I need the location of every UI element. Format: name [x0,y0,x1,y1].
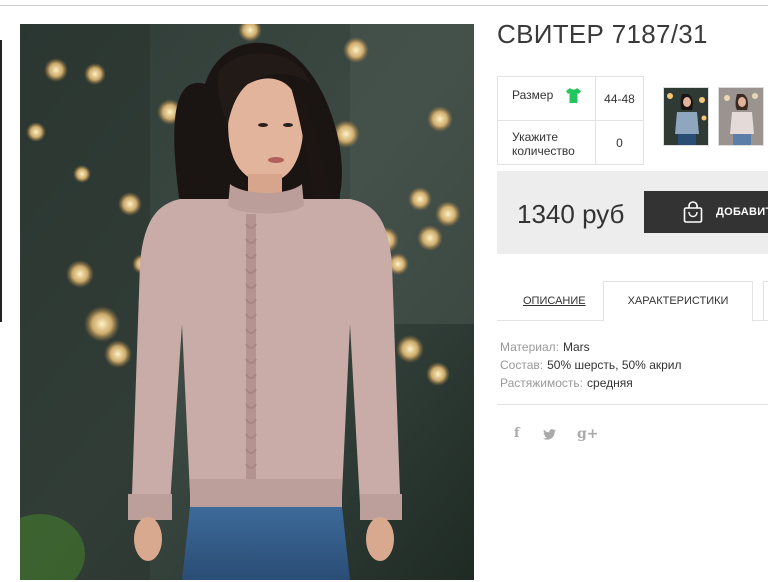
characteristics-list: Материал: Mars Состав: 50% шерсть, 50% акр… [500,338,682,392]
quantity-input[interactable]: 0 [596,121,643,165]
product-title: СВИТЕР 7187/31 [497,19,708,49]
spec-row-composition: Состав: 50% шерсть, 50% акрил [500,356,682,374]
spec-row-stretch: Растяжимость: средняя [500,374,682,392]
spec-value: 50% шерсть, 50% акрил [547,358,682,372]
product-price: 1340 руб [517,199,625,229]
spec-row-material: Материал: Mars [500,338,682,356]
tab-description[interactable]: ОПИСАНИЕ [523,295,586,307]
tab-characteristics[interactable]: ХАРАКТЕРИСТИКИ [603,281,753,322]
facebook-icon[interactable]: f [514,426,520,441]
spec-key: Растяжимость: [500,376,584,390]
size-label: Размер [512,88,554,102]
add-to-cart-label: ДОБАВИТ [716,206,768,218]
spec-value: средняя [587,376,633,390]
product-options-table: Размер 44-48 Укажите количество 0 [497,76,644,165]
top-divider [0,5,768,6]
size-label-cell: Размер [498,77,596,120]
quantity-row: Укажите количество 0 [498,121,643,165]
google-plus-icon[interactable]: g+ [577,426,599,442]
product-main-photo[interactable] [20,24,474,580]
add-to-cart-button[interactable]: ДОБАВИТ [644,191,768,233]
quantity-label: Укажите количество [512,130,575,158]
size-row: Размер 44-48 [498,77,643,121]
left-edge-bar [0,40,2,322]
spec-value: Mars [562,340,590,354]
thumbnail-1-image [664,88,708,145]
quantity-label-cell: Укажите количество [498,121,596,165]
size-value[interactable]: 44-48 [596,77,643,120]
price-box: 1340 руб ДОБАВИТ [497,171,768,254]
twitter-icon[interactable] [543,428,556,443]
product-thumbnail-2[interactable] [718,87,764,146]
spec-key: Состав: [500,358,544,372]
spec-key: Материал: [500,340,559,354]
section-divider [497,404,768,405]
shopping-bag-icon [682,201,704,223]
tab-next-edge[interactable] [763,281,768,321]
thumbnail-2-image [719,88,763,145]
tshirt-icon[interactable] [565,87,582,104]
product-thumbnail-1[interactable] [663,87,709,146]
product-photo-illustration [20,24,474,580]
